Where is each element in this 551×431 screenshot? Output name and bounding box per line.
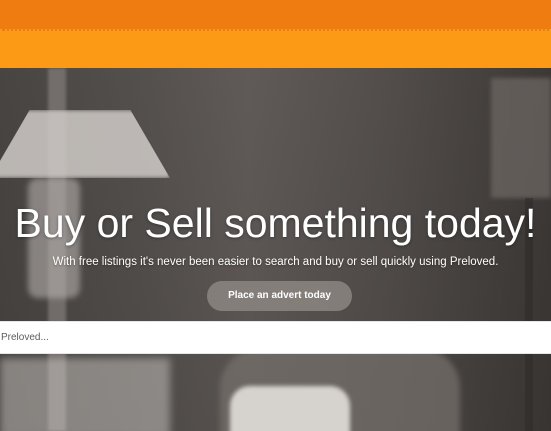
- nav-bar: [0, 31, 551, 68]
- search-input[interactable]: [0, 322, 551, 353]
- hero-background-pillow: [230, 386, 350, 431]
- hero-banner: Buy or Sell something today! With free l…: [0, 68, 551, 431]
- hero-background-wall-lamp: [491, 78, 551, 198]
- hero-background-lamp-shade: [0, 110, 170, 178]
- hero-title: Buy or Sell something today!: [14, 200, 537, 246]
- top-bar: [0, 0, 551, 31]
- hero-background-side-table: [0, 358, 170, 431]
- hero-subtitle: With free listings it's never been easie…: [52, 256, 499, 268]
- search-bar: [0, 321, 551, 354]
- place-advert-button[interactable]: Place an advert today: [207, 281, 352, 311]
